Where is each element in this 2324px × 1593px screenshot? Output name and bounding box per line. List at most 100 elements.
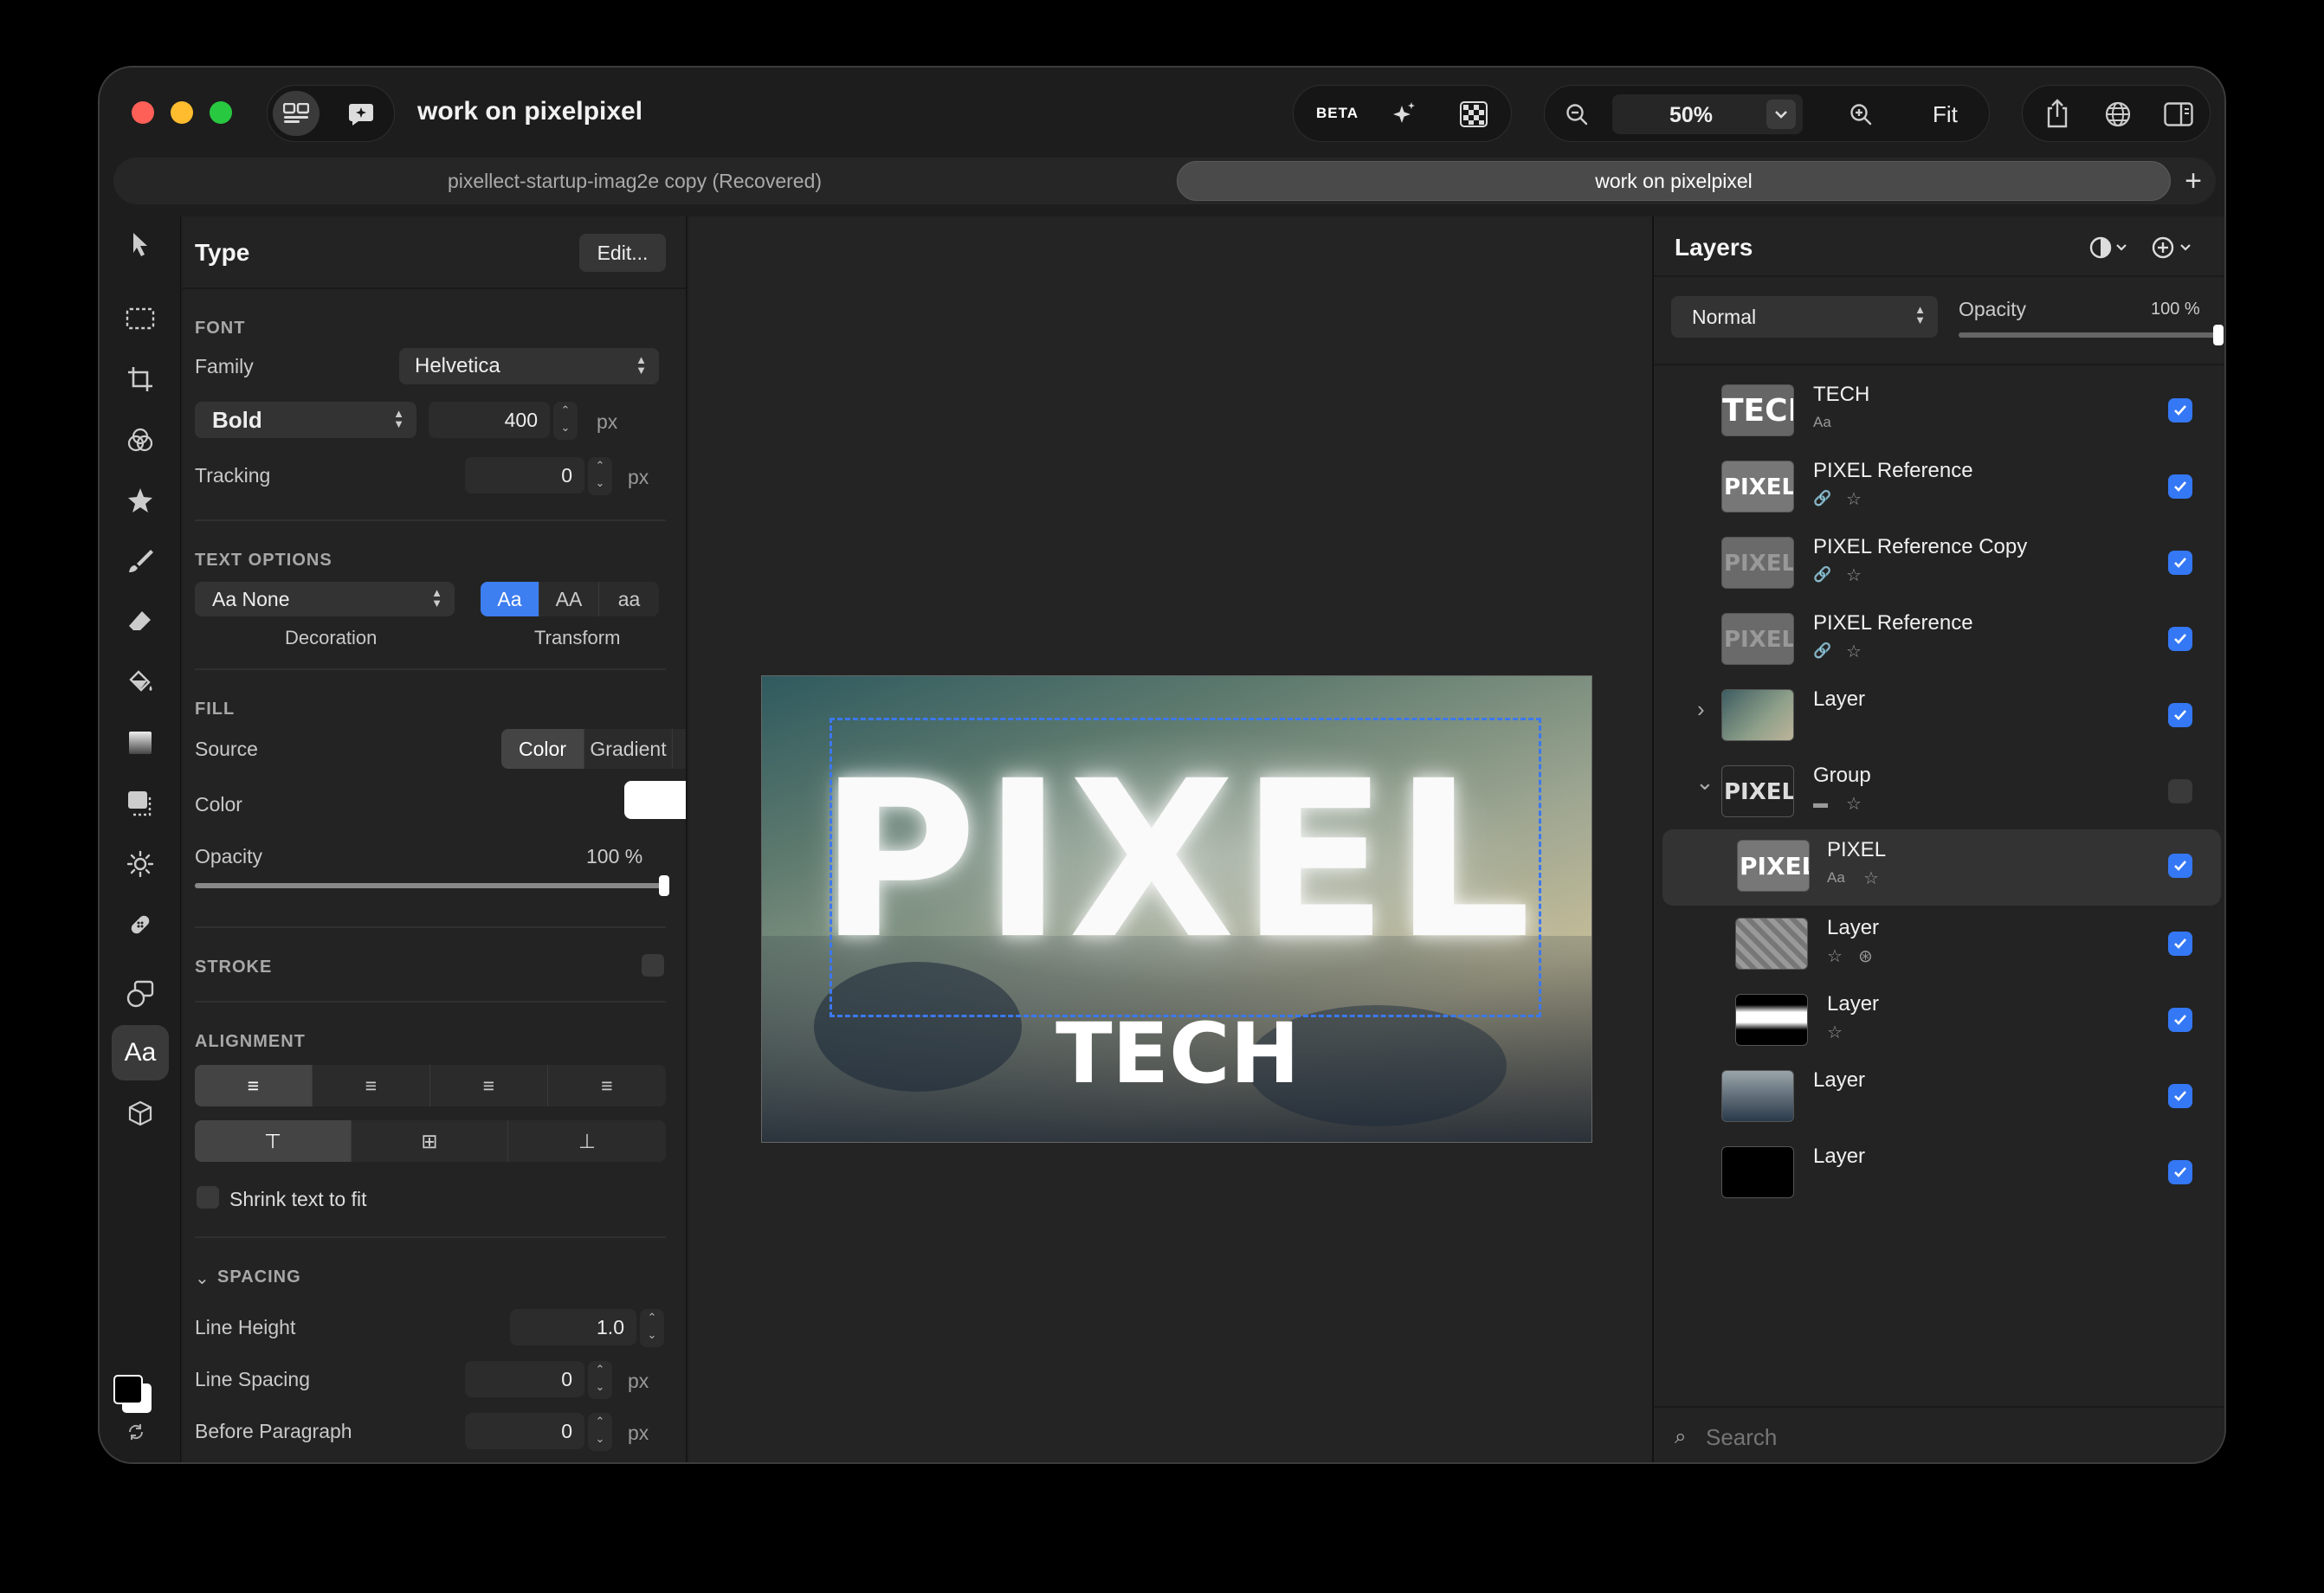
layer-row-group[interactable]: ⌄ PIXEL Group ▬ ☆: [1654, 753, 2224, 829]
before-paragraph-stepper[interactable]: ⌃ ⌄: [588, 1413, 612, 1451]
add-tab-icon[interactable]: +: [2172, 159, 2215, 203]
layer-visibility-checkbox[interactable]: [2168, 1084, 2192, 1108]
layer-row-pixel-reference-copy[interactable]: PIXEL PIXEL Reference Copy 🔗 ☆: [1654, 525, 2224, 601]
layout-icon[interactable]: [273, 91, 320, 136]
transform-uppercase-button[interactable]: AA: [539, 582, 599, 616]
eraser-tool-icon[interactable]: [112, 594, 169, 649]
before-paragraph-input[interactable]: 0: [465, 1413, 584, 1449]
line-height-stepper[interactable]: ⌃ ⌄: [640, 1309, 664, 1347]
layer-visibility-checkbox[interactable]: [2168, 1160, 2192, 1184]
transform-lowercase-button[interactable]: aa: [599, 582, 659, 616]
layer-visibility-checkbox[interactable]: [2168, 1008, 2192, 1032]
line-height-input[interactable]: 1.0: [510, 1309, 636, 1345]
tracking-stepper[interactable]: ⌃ ⌄: [588, 457, 612, 495]
move-tool-icon[interactable]: [112, 216, 169, 272]
zoom-in-icon[interactable]: [1846, 100, 1875, 129]
font-weight-select[interactable]: Bold ▲ ▼: [195, 402, 416, 438]
repair-tool-icon[interactable]: [112, 897, 169, 952]
decoration-select[interactable]: Aa None ▲ ▼: [195, 582, 455, 616]
paint-bucket-tool-icon[interactable]: [112, 655, 169, 710]
artboard[interactable]: PIXEL TECH: [761, 675, 1592, 1143]
tech-subline-text[interactable]: TECH: [762, 1010, 1591, 1097]
source-gradient-button[interactable]: Gradient: [584, 729, 673, 769]
spacing-section-header[interactable]: SPACING: [217, 1267, 301, 1287]
globe-icon[interactable]: [2101, 97, 2135, 132]
zoom-combobox[interactable]: 50%: [1612, 94, 1803, 134]
font-size-input[interactable]: 400: [429, 402, 550, 438]
blend-mode-select[interactable]: Normal ▲ ▼: [1671, 296, 1938, 338]
shrink-text-checkbox[interactable]: [197, 1186, 219, 1209]
transform-capitalize-button[interactable]: Aa: [481, 582, 539, 616]
align-justify-icon[interactable]: ≡: [548, 1065, 666, 1106]
layer-row-pixel-reference[interactable]: PIXEL PIXEL Reference 🔗 ☆: [1654, 448, 2224, 525]
brush-tool-icon[interactable]: [112, 533, 169, 589]
align-middle-icon[interactable]: ⊞: [352, 1120, 508, 1162]
layer-visibility-checkbox[interactable]: [2168, 854, 2192, 878]
crop-tool-icon[interactable]: [112, 351, 169, 407]
align-center-icon[interactable]: ≡: [313, 1065, 430, 1106]
layer-row-layer-texture[interactable]: Layer ☆ ⊛: [1654, 906, 2224, 982]
line-spacing-stepper[interactable]: ⌃ ⌄: [588, 1361, 612, 1399]
layer-opacity-slider-knob[interactable]: [2213, 325, 2224, 345]
clone-tool-icon[interactable]: [112, 966, 169, 1022]
color-adjust-tool-icon[interactable]: [112, 412, 169, 468]
layer-visibility-checkbox[interactable]: [2168, 398, 2192, 422]
effects-star-tool-icon[interactable]: [112, 473, 169, 528]
layer-row-tech[interactable]: TECH TECH Aa: [1654, 372, 2224, 448]
align-bottom-icon[interactable]: ⊥: [508, 1120, 666, 1162]
layer-row-pixel-reference-2[interactable]: PIXEL PIXEL Reference 🔗 ☆: [1654, 601, 2224, 677]
fit-button[interactable]: Fit: [1933, 101, 1958, 128]
shape-tool-icon[interactable]: [112, 776, 169, 831]
layer-visibility-checkbox[interactable]: [2168, 474, 2192, 499]
close-window-button[interactable]: [132, 101, 154, 124]
stroke-checkbox[interactable]: [642, 954, 664, 977]
zoom-out-icon[interactable]: [1562, 100, 1591, 129]
layer-visibility-checkbox[interactable]: [2168, 627, 2192, 651]
3d-cube-tool-icon[interactable]: [112, 1086, 169, 1141]
source-pattern-button[interactable]: Pattern: [673, 729, 686, 769]
sparkle-chat-icon[interactable]: [339, 93, 384, 136]
layer-row-layer-black[interactable]: Layer: [1654, 1134, 2224, 1210]
source-color-button[interactable]: Color: [501, 729, 584, 769]
adjust-light-tool-icon[interactable]: [112, 836, 169, 892]
layer-opacity-slider[interactable]: [1959, 325, 2224, 345]
layer-visibility-checkbox[interactable]: [2168, 779, 2192, 803]
chevron-down-icon[interactable]: [1766, 100, 1796, 129]
zoom-window-button[interactable]: [210, 101, 232, 124]
text-selection-box[interactable]: [830, 718, 1541, 1017]
layer-visibility-checkbox[interactable]: [2168, 932, 2192, 956]
chevron-down-icon[interactable]: ⌄: [1695, 769, 1714, 796]
layer-visibility-checkbox[interactable]: [2168, 551, 2192, 575]
layer-row-layer-gradient[interactable]: Layer: [1654, 1058, 2224, 1134]
chevron-down-icon[interactable]: ⌄: [195, 1267, 210, 1289]
edit-button[interactable]: Edit...: [579, 234, 666, 272]
align-left-icon[interactable]: ≡: [195, 1065, 313, 1106]
tab-work-on-pixelpixel[interactable]: work on pixelpixel: [1177, 161, 2171, 201]
layer-visibility-checkbox[interactable]: [2168, 703, 2192, 727]
foreground-color-swatch[interactable]: [113, 1375, 143, 1404]
align-top-icon[interactable]: ⊤: [195, 1120, 352, 1162]
add-layer-icon[interactable]: [2149, 232, 2198, 263]
sparkles-icon[interactable]: [1387, 98, 1420, 131]
layer-row-pixel-selected[interactable]: PIXEL PIXEL Aa ☆: [1662, 829, 2221, 906]
align-right-icon[interactable]: ≡: [430, 1065, 548, 1106]
fill-opacity-slider-knob[interactable]: [659, 875, 669, 896]
fill-opacity-slider[interactable]: [195, 875, 669, 896]
layers-search-input[interactable]: [1706, 1422, 2208, 1453]
type-tool-icon[interactable]: Aa: [112, 1025, 169, 1080]
font-family-select[interactable]: Helvetica ▲ ▼: [399, 348, 659, 384]
marquee-tool-icon[interactable]: [112, 291, 169, 346]
chevron-right-icon[interactable]: ›: [1697, 696, 1705, 723]
layer-row-layer-mask[interactable]: Layer ☆: [1654, 982, 2224, 1058]
minimize-window-button[interactable]: [171, 101, 193, 124]
blend-preview-icon[interactable]: [2087, 232, 2132, 263]
tab-pixellect-startup[interactable]: pixellect-startup-imag2e copy (Recovered…: [119, 161, 1151, 201]
fill-color-swatch[interactable]: [624, 781, 686, 819]
gradient-tool-icon[interactable]: [112, 715, 169, 771]
font-size-stepper[interactable]: ⌃ ⌄: [553, 402, 578, 440]
share-icon[interactable]: [2040, 96, 2075, 131]
transparency-grid-icon[interactable]: [1458, 100, 1489, 129]
sidebar-toggle-icon[interactable]: [2161, 97, 2196, 132]
tracking-input[interactable]: 0: [465, 457, 584, 493]
swap-colors-icon[interactable]: [126, 1422, 146, 1442]
